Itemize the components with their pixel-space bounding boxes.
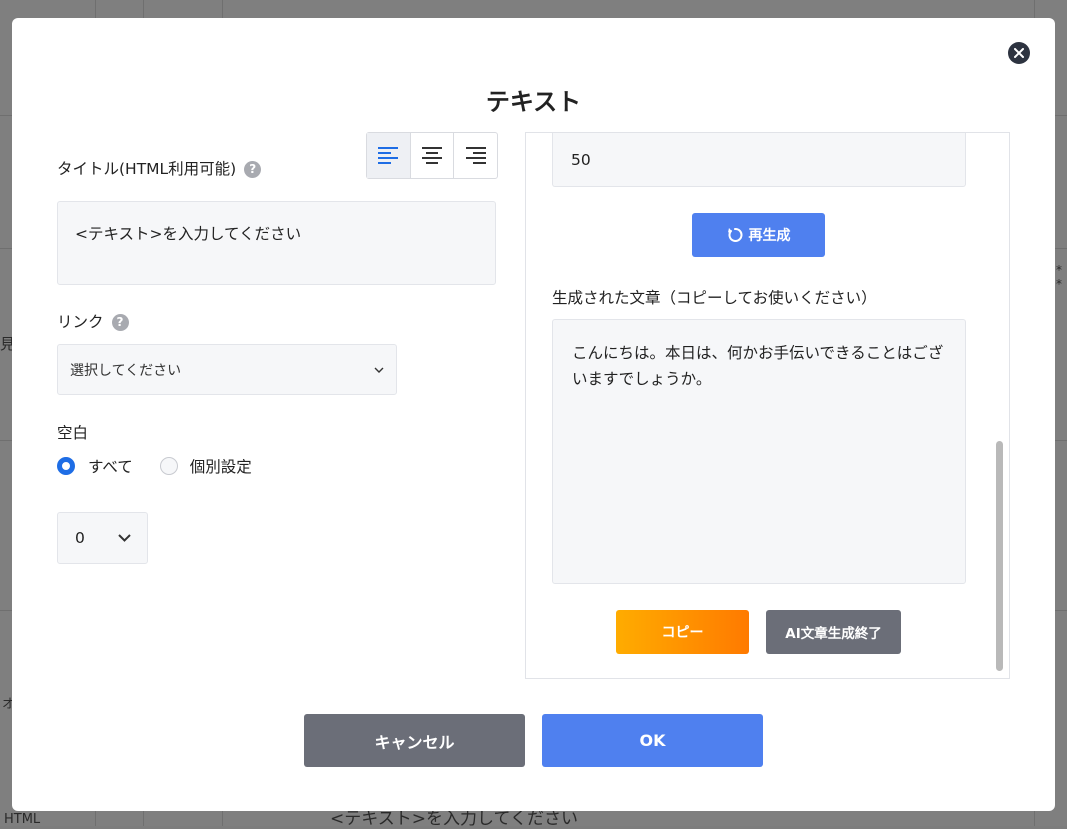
- radio-individual[interactable]: [159, 457, 178, 475]
- title-textarea[interactable]: <テキスト>を入力してください: [57, 201, 496, 285]
- text-edit-dialog: テキスト タイトル(HTML利用可能)? <テキスト>を入力してください リンク…: [12, 18, 1055, 811]
- generated-text-area[interactable]: こんにちは。本日は、何かお手伝いできることはございますでしょうか。: [552, 319, 966, 584]
- panel-scrollbar[interactable]: [996, 441, 1003, 671]
- end-ai-generation-button[interactable]: AI文章生成終了: [766, 610, 901, 654]
- dialog-title: テキスト: [485, 88, 582, 116]
- link-field-label-text: リンク: [57, 313, 104, 331]
- align-left-button[interactable]: [367, 133, 410, 178]
- ai-generation-panel: 50 再生成 生成された文章（コピーしてお使いください） こんにちは。本日は、何…: [525, 132, 1010, 679]
- char-count-input[interactable]: 50: [552, 133, 966, 187]
- radio-individual-label: 個別設定: [189, 458, 252, 476]
- bg-text: HTML: [4, 812, 41, 827]
- radio-all-label: すべて: [88, 458, 133, 476]
- margin-value: 0: [75, 529, 85, 547]
- link-field-label: リンク?: [57, 310, 129, 332]
- regenerate-label: 再生成: [748, 228, 791, 244]
- help-icon[interactable]: ?: [244, 161, 262, 178]
- margin-radio-group: すべて 個別設定: [57, 455, 252, 477]
- chevron-down-icon: [118, 534, 131, 542]
- margin-field-label: 空白: [57, 424, 89, 442]
- help-icon[interactable]: ?: [111, 314, 129, 331]
- link-select[interactable]: 選択してください: [57, 344, 397, 395]
- bg-text: * *: [1056, 263, 1062, 291]
- align-right-icon: [465, 146, 486, 164]
- cancel-button[interactable]: キャンセル: [304, 714, 525, 767]
- ok-button[interactable]: OK: [542, 714, 763, 767]
- regenerate-button[interactable]: 再生成: [692, 213, 825, 257]
- close-icon: [1014, 48, 1024, 58]
- align-right-button[interactable]: [453, 133, 497, 178]
- align-center-button[interactable]: [409, 133, 454, 178]
- margin-value-select[interactable]: 0: [57, 512, 148, 564]
- align-left-icon: [378, 146, 399, 164]
- copy-button[interactable]: コピー: [616, 610, 749, 654]
- link-select-value: 選択してください: [70, 362, 182, 379]
- title-field-label-text: タイトル(HTML利用可能): [57, 160, 237, 178]
- close-button[interactable]: [1008, 42, 1030, 64]
- radio-all[interactable]: [57, 457, 75, 475]
- chevron-down-icon: [374, 367, 384, 373]
- refresh-icon: [727, 228, 742, 242]
- title-field-label: タイトル(HTML利用可能)?: [57, 157, 262, 179]
- generated-text-label: 生成された文章（コピーしてお使いください）: [552, 289, 877, 307]
- align-center-icon: [422, 146, 442, 164]
- alignment-toggle: [366, 132, 498, 179]
